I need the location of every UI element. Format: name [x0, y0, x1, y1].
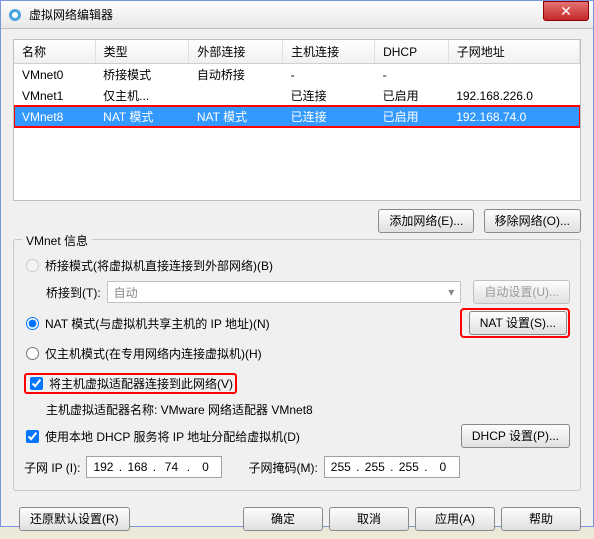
help-button[interactable]: 帮助	[501, 507, 581, 531]
group-legend: VMnet 信息	[22, 232, 92, 249]
remove-network-button[interactable]: 移除网络(O)...	[484, 209, 581, 233]
nat-label: NAT 模式(与虚拟机共享主机的 IP 地址)(N)	[45, 315, 270, 332]
chevron-down-icon: ▾	[448, 285, 454, 299]
nat-settings-button[interactable]: NAT 设置(S)...	[469, 311, 567, 335]
apply-button[interactable]: 应用(A)	[415, 507, 495, 531]
subnet-ip-input[interactable]: 192. 168. 74. 0	[86, 456, 222, 478]
table-row-selected[interactable]: VMnet8 NAT 模式 NAT 模式 已连接 已启用 192.168.74.…	[14, 106, 580, 127]
restore-defaults-button[interactable]: 还原默认设置(R)	[19, 507, 130, 531]
window-title: 虚拟网络编辑器	[29, 6, 587, 23]
close-button[interactable]: ✕	[543, 1, 589, 21]
dhcp-settings-button[interactable]: DHCP 设置(P)...	[461, 424, 570, 448]
col-ext[interactable]: 外部连接	[189, 40, 283, 64]
table-row[interactable]: VMnet1 仅主机... 已连接 已启用 192.168.226.0	[14, 85, 580, 106]
col-host[interactable]: 主机连接	[283, 40, 375, 64]
network-table[interactable]: 名称 类型 外部连接 主机连接 DHCP 子网地址 VMnet0 桥接模式 自动…	[13, 39, 581, 201]
nat-radio[interactable]	[26, 317, 39, 330]
subnet-ip-label: 子网 IP (I):	[24, 459, 80, 476]
bridge-to-label: 桥接到(T):	[46, 284, 101, 301]
bridge-radio[interactable]	[26, 259, 39, 272]
col-name[interactable]: 名称	[14, 40, 95, 64]
mask-input[interactable]: 255. 255. 255. 0	[324, 456, 460, 478]
col-dhcp[interactable]: DHCP	[375, 40, 449, 64]
titlebar: 虚拟网络编辑器 ✕	[1, 1, 593, 29]
bridge-label: 桥接模式(将虚拟机直接连接到外部网络)(B)	[45, 257, 273, 274]
connect-host-checkbox[interactable]	[30, 377, 43, 390]
col-type[interactable]: 类型	[95, 40, 189, 64]
ok-button[interactable]: 确定	[243, 507, 323, 531]
hostonly-label: 仅主机模式(在专用网络内连接虚拟机)(H)	[45, 345, 262, 362]
auto-settings-button: 自动设置(U)...	[473, 280, 570, 304]
vmnet-info-group: VMnet 信息 桥接模式(将虚拟机直接连接到外部网络)(B) 桥接到(T): …	[13, 239, 581, 491]
table-row[interactable]: VMnet0 桥接模式 自动桥接 - -	[14, 64, 580, 86]
use-dhcp-checkbox[interactable]	[26, 430, 39, 443]
app-icon	[7, 7, 23, 23]
use-dhcp-label: 使用本地 DHCP 服务将 IP 地址分配给虚拟机(D)	[45, 428, 300, 445]
mask-label: 子网掩码(M):	[248, 459, 317, 476]
cancel-button[interactable]: 取消	[329, 507, 409, 531]
add-network-button[interactable]: 添加网络(E)...	[378, 209, 474, 233]
connect-host-label: 将主机虚拟适配器连接到此网络(V)	[49, 375, 233, 392]
bridge-combo[interactable]: 自动 ▾	[107, 281, 462, 303]
hostonly-radio[interactable]	[26, 347, 39, 360]
adapter-name-label: 主机虚拟适配器名称: VMware 网络适配器 VMnet8	[46, 401, 313, 418]
col-subnet[interactable]: 子网地址	[448, 40, 579, 64]
